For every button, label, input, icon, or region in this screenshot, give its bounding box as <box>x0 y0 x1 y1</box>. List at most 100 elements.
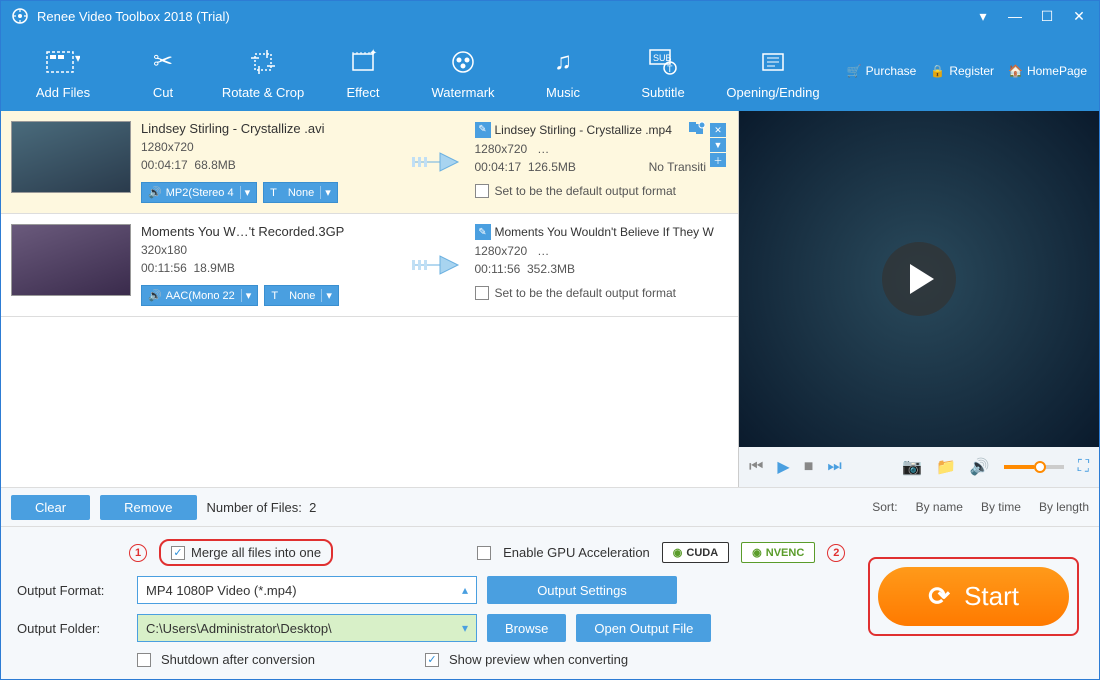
output-settings-button[interactable]: Output Settings <box>487 576 677 604</box>
flag-icon[interactable] <box>688 121 706 138</box>
audio-codec-dropdown[interactable]: 🔊AAC(Mono 22▾ <box>141 285 258 306</box>
annotation-badge-2: 2 <box>827 544 845 562</box>
speaker-icon: 🔊 <box>148 186 162 199</box>
opening-icon <box>759 43 787 81</box>
register-link[interactable]: 🔒Register <box>930 64 994 78</box>
file-item[interactable]: Moments You W…'t Recorded.3GP 320x180 00… <box>1 214 738 317</box>
chevron-up-icon: ▴ <box>462 583 468 597</box>
arrow-icon <box>405 224 465 306</box>
edit-icon[interactable]: ✎ <box>475 122 491 138</box>
main-area: Lindsey Stirling - Crystallize .avi 1280… <box>1 111 1099 487</box>
sort-by-time[interactable]: By time <box>981 500 1021 514</box>
homepage-link[interactable]: 🏠HomePage <box>1008 64 1087 78</box>
shutdown-checkbox[interactable] <box>137 653 151 667</box>
expand-down-icon[interactable]: ▾ <box>973 8 993 25</box>
show-preview-checkbox[interactable]: ✓ <box>425 653 439 667</box>
gpu-checkbox[interactable] <box>477 546 491 560</box>
sort-by-length[interactable]: By length <box>1039 500 1089 514</box>
volume-icon[interactable]: 🔊 <box>970 457 990 477</box>
close-button[interactable]: ✕ <box>1069 8 1089 25</box>
sort-options: Sort: By name By time By length <box>872 500 1089 514</box>
minimize-button[interactable]: — <box>1005 8 1025 24</box>
file-duration-size: 00:04:17 68.8MB <box>141 158 395 172</box>
watermark-icon <box>449 43 477 81</box>
file-resolution: 1280x720 <box>141 140 395 154</box>
play-overlay-button[interactable] <box>882 242 956 316</box>
open-folder-button[interactable]: 📁 <box>936 457 956 477</box>
audio-codec-dropdown[interactable]: 🔊MP2(Stereo 4▾ <box>141 182 257 203</box>
file-name: Moments You W…'t Recorded.3GP <box>141 224 395 239</box>
edit-icon[interactable]: ✎ <box>475 224 491 240</box>
play-icon <box>910 264 934 294</box>
home-icon: 🏠 <box>1008 64 1023 78</box>
output-folder-label: Output Folder: <box>17 621 127 636</box>
default-format-checkbox[interactable] <box>475 184 489 198</box>
output-format-label: Output Format: <box>17 583 127 598</box>
subtitle-dropdown[interactable]: T None▾ <box>264 285 339 306</box>
item-move-down-button[interactable]: ▼ <box>710 138 726 152</box>
app-title: Renee Video Toolbox 2018 (Trial) <box>37 9 961 24</box>
play-button[interactable]: ▶ <box>777 457 789 477</box>
cart-icon: 🛒 <box>847 64 862 78</box>
default-format-checkbox[interactable] <box>475 286 489 300</box>
subtitle-dropdown[interactable]: T None▾ <box>263 182 338 203</box>
maximize-button[interactable]: ☐ <box>1037 8 1057 25</box>
annotation-badge-1: 1 <box>129 544 147 562</box>
gpu-label: Enable GPU Acceleration <box>503 545 650 560</box>
cut-button[interactable]: ✂ Cut <box>113 36 213 106</box>
merge-checkbox[interactable]: ✓ <box>171 546 185 560</box>
effect-button[interactable]: ✦ Effect <box>313 36 413 106</box>
lock-icon: 🔒 <box>930 64 945 78</box>
browse-button[interactable]: Browse <box>487 614 566 642</box>
open-output-button[interactable]: Open Output File <box>576 614 711 642</box>
chevron-down-icon: ▾ <box>240 186 251 199</box>
fullscreen-button[interactable]: ⛶ <box>1078 458 1089 476</box>
start-highlight: ⟳ Start <box>868 557 1079 636</box>
subtitle-button[interactable]: SUBT Subtitle <box>613 36 713 106</box>
item-add-button[interactable]: ＋ <box>710 153 726 167</box>
rotate-crop-button[interactable]: Rotate & Crop <box>213 36 313 106</box>
sort-label: Sort: <box>872 500 897 514</box>
file-info: Lindsey Stirling - Crystallize .avi 1280… <box>141 121 395 203</box>
add-files-button[interactable]: ▾ Add Files <box>13 36 113 106</box>
clear-button[interactable]: Clear <box>11 495 90 520</box>
settings-panel: 1 ✓ Merge all files into one Enable GPU … <box>1 527 1099 679</box>
app-window: Renee Video Toolbox 2018 (Trial) ▾ — ☐ ✕… <box>0 0 1100 680</box>
file-count-label: Number of Files: 2 <box>207 500 317 515</box>
merge-label: Merge all files into one <box>191 545 321 560</box>
output-folder-combo[interactable]: C:\Users\Administrator\Desktop\▾ <box>137 614 477 642</box>
file-resolution: 320x180 <box>141 243 395 257</box>
show-preview-label: Show preview when converting <box>449 652 628 667</box>
svg-text:T: T <box>667 64 673 74</box>
snapshot-button[interactable]: 📷 <box>902 457 922 477</box>
add-files-icon: ▾ <box>46 43 80 81</box>
preview-controls: ⏮ ▶ ■ ⏭ 📷 📁 🔊 ⛶ <box>739 447 1099 487</box>
stop-button[interactable]: ■ <box>804 458 814 476</box>
purchase-link[interactable]: 🛒Purchase <box>847 64 917 78</box>
music-icon: ♫ <box>554 43 572 81</box>
chevron-down-icon: ▾ <box>462 621 468 635</box>
opening-ending-button[interactable]: Opening/Ending <box>713 36 833 106</box>
file-item[interactable]: Lindsey Stirling - Crystallize .avi 1280… <box>1 111 738 214</box>
nvenc-badge: ◉NVENC <box>741 542 815 563</box>
titlebar: Renee Video Toolbox 2018 (Trial) ▾ — ☐ ✕ <box>1 1 1099 31</box>
previous-button[interactable]: ⏮ <box>749 458 763 476</box>
item-close-button[interactable]: ✕ <box>710 123 726 137</box>
volume-slider[interactable] <box>1004 465 1064 469</box>
refresh-icon: ⟳ <box>928 581 950 612</box>
scissors-icon: ✂ <box>153 43 173 81</box>
output-name: Moments You Wouldn't Believe If They W <box>495 225 714 239</box>
start-button[interactable]: ⟳ Start <box>878 567 1069 626</box>
effect-icon: ✦ <box>349 43 377 81</box>
preview-panel: ⏮ ▶ ■ ⏭ 📷 📁 🔊 ⛶ <box>739 111 1099 487</box>
output-format-combo[interactable]: MP4 1080P Video (*.mp4)▴ <box>137 576 477 604</box>
nvidia-icon: ◉ <box>752 546 762 559</box>
subtitle-icon: SUBT <box>648 43 678 81</box>
remove-button[interactable]: Remove <box>100 495 196 520</box>
cuda-badge: ◉CUDA <box>662 542 729 563</box>
watermark-button[interactable]: Watermark <box>413 36 513 106</box>
music-button[interactable]: ♫ Music <box>513 36 613 106</box>
list-action-bar: Clear Remove Number of Files: 2 Sort: By… <box>1 487 1099 527</box>
next-button[interactable]: ⏭ <box>827 458 841 476</box>
sort-by-name[interactable]: By name <box>916 500 963 514</box>
